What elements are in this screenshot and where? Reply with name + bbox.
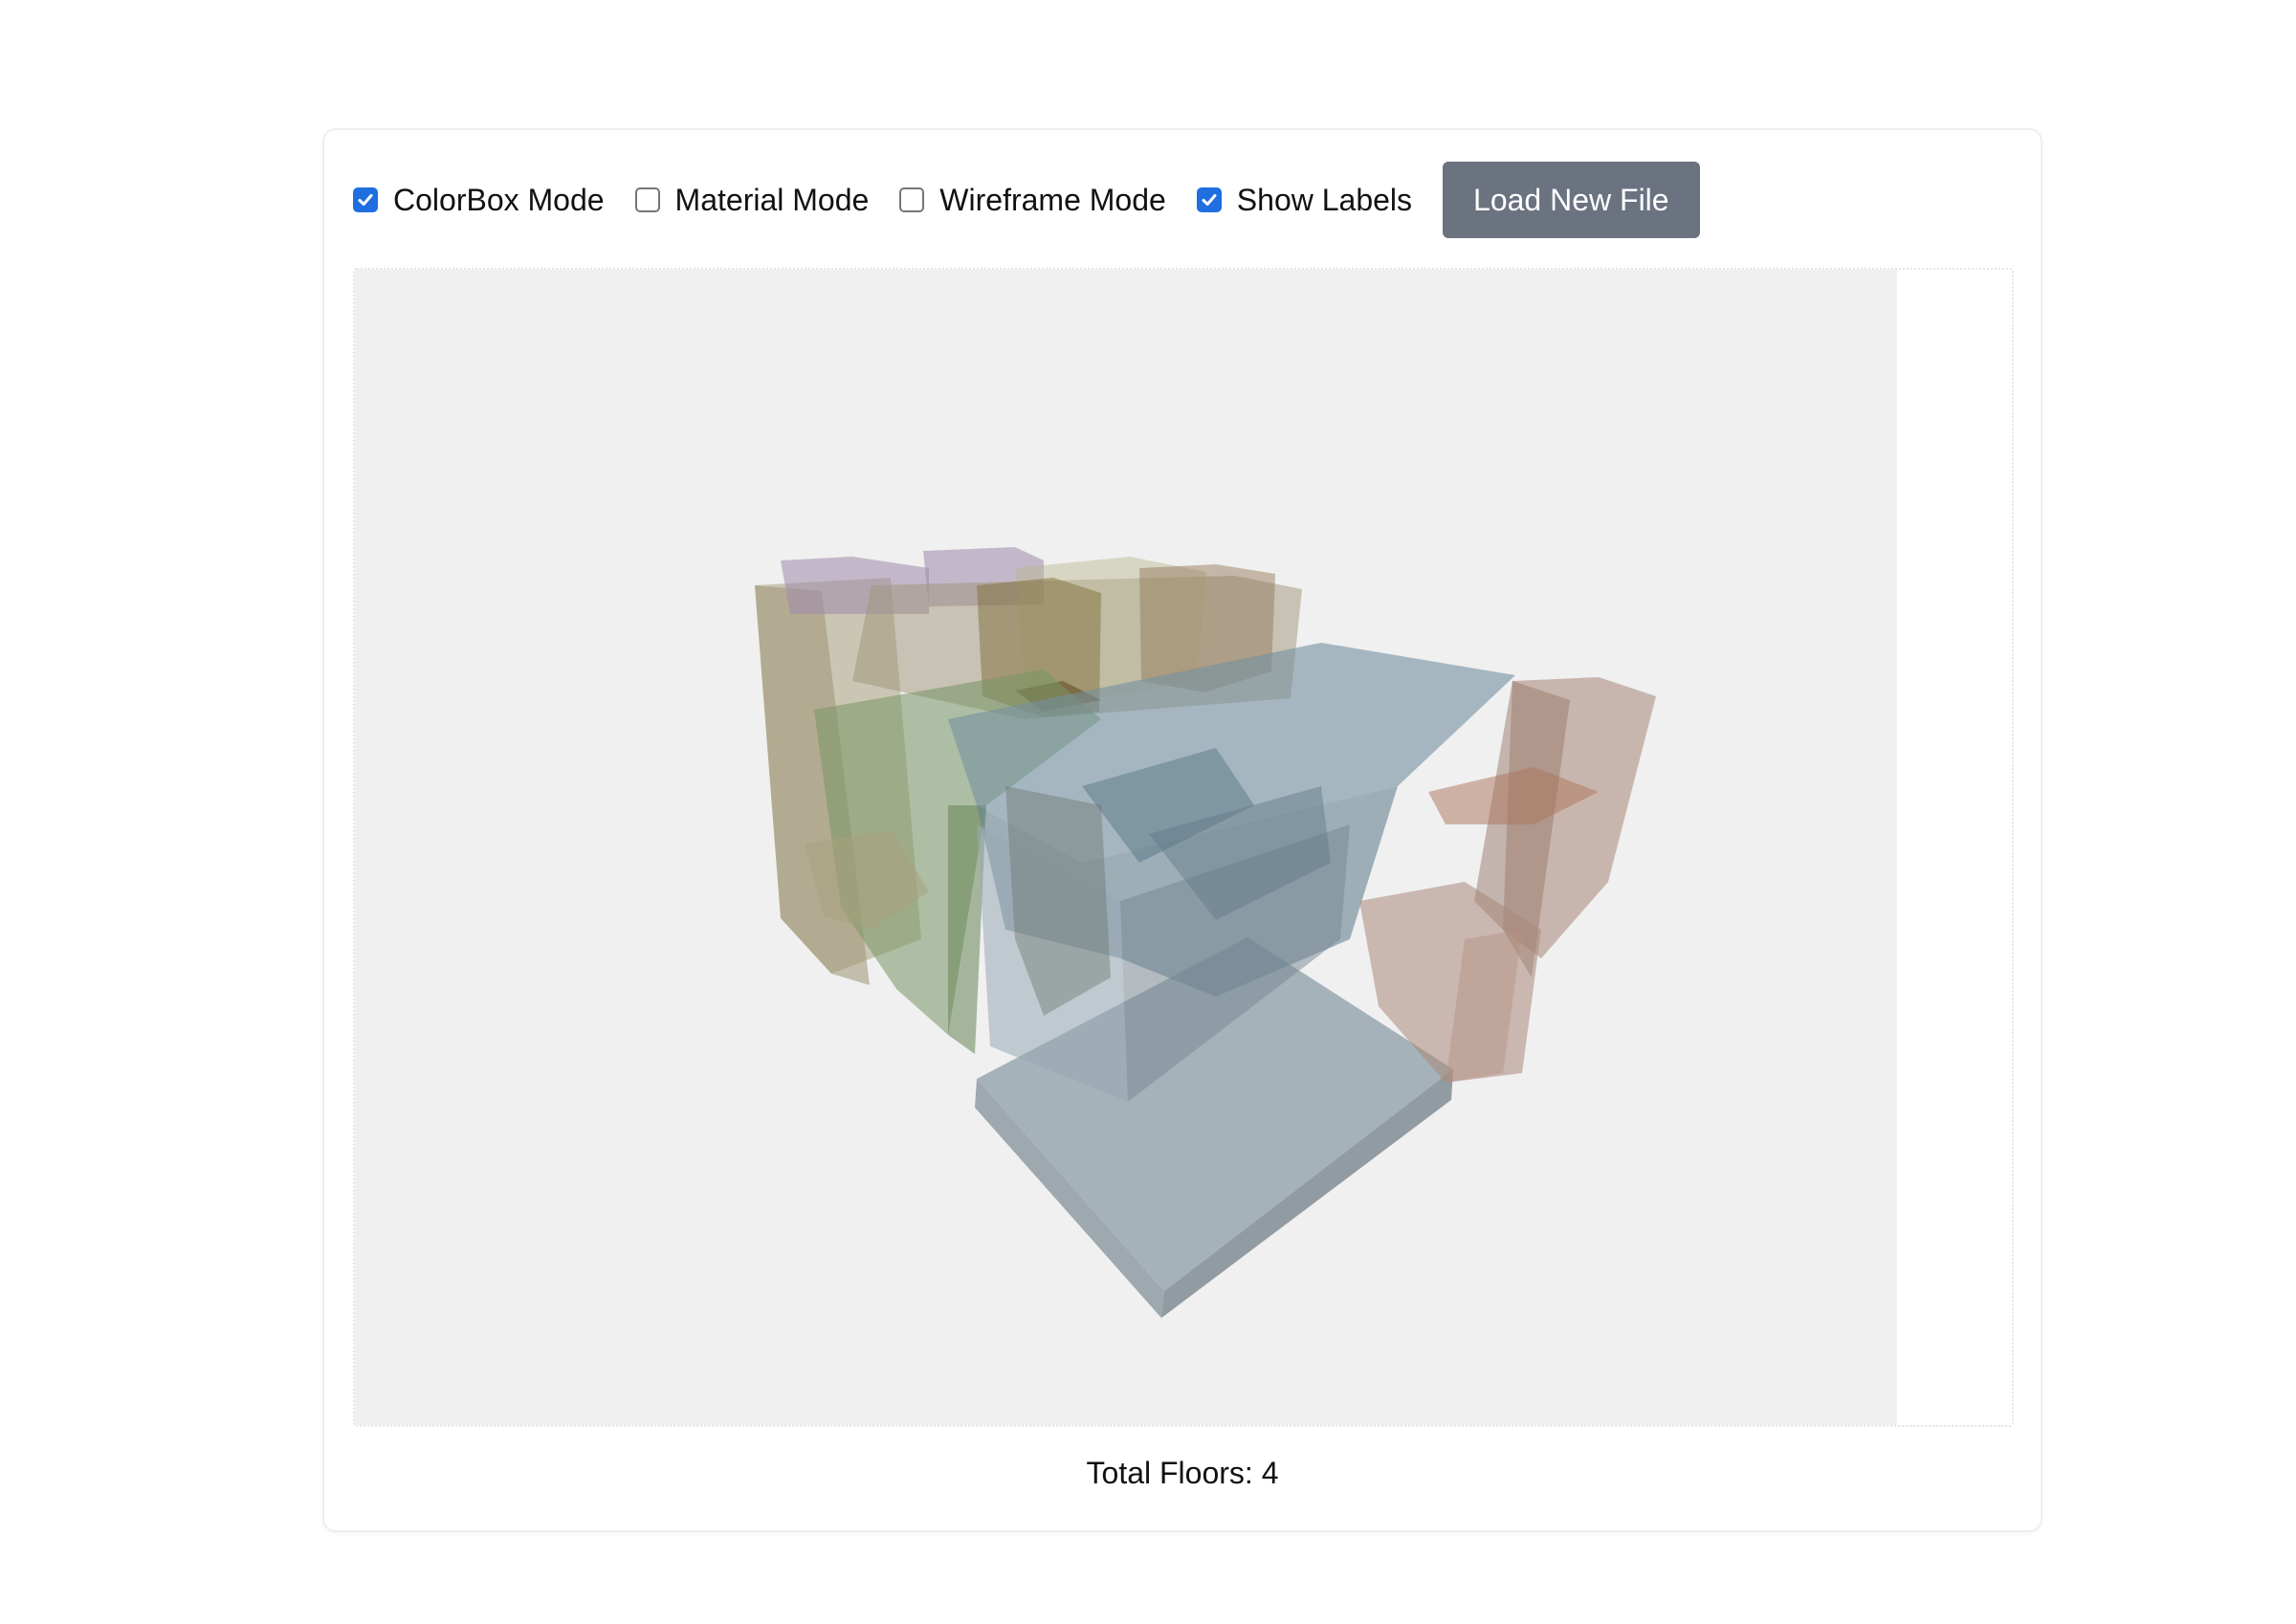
check-icon bbox=[1202, 194, 1217, 206]
show-labels-label: Show Labels bbox=[1236, 183, 1413, 217]
colorbox-mode-toggle[interactable]: ColorBox Mode bbox=[353, 183, 605, 217]
wireframe-mode-checkbox[interactable] bbox=[899, 187, 925, 212]
wireframe-mode-toggle[interactable]: Wireframe Mode bbox=[899, 183, 1166, 217]
material-mode-label: Material Mode bbox=[674, 183, 870, 217]
viewer-card: ColorBox Mode Material Mode Wireframe Mo… bbox=[322, 128, 2042, 1532]
wireframe-mode-label: Wireframe Mode bbox=[939, 183, 1166, 217]
material-mode-toggle[interactable]: Material Mode bbox=[634, 183, 870, 217]
check-icon bbox=[358, 194, 373, 206]
toolbar: ColorBox Mode Material Mode Wireframe Mo… bbox=[353, 161, 1700, 239]
material-mode-checkbox[interactable] bbox=[634, 187, 660, 212]
colorbox-mode-label: ColorBox Mode bbox=[393, 183, 605, 217]
building-model[interactable] bbox=[355, 270, 1897, 1425]
3d-viewport[interactable] bbox=[355, 270, 1897, 1425]
viewer-frame bbox=[353, 268, 2014, 1427]
total-floors-label: Total Floors: 4 bbox=[1086, 1456, 1279, 1490]
load-new-file-button[interactable]: Load New File bbox=[1443, 162, 1700, 238]
show-labels-toggle[interactable]: Show Labels bbox=[1196, 183, 1413, 217]
colorbox-mode-checkbox[interactable] bbox=[353, 187, 378, 212]
show-labels-checkbox[interactable] bbox=[1196, 187, 1222, 212]
